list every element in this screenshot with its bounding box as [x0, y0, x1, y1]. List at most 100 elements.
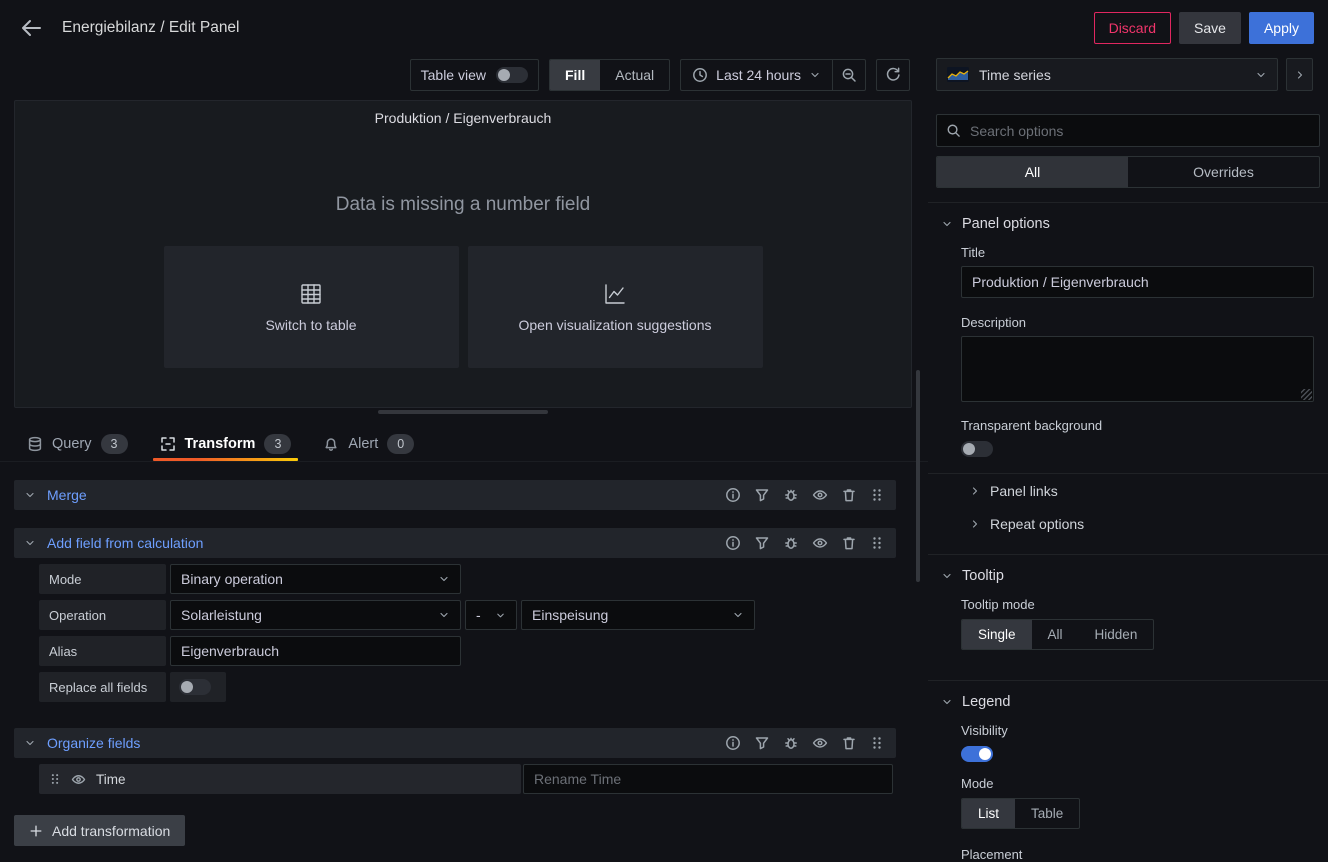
editor-tabs: Query 3 Transform 3 Alert 0	[0, 426, 928, 462]
search-options-input[interactable]	[936, 114, 1320, 147]
debug-icon[interactable]	[783, 535, 799, 551]
clock-icon	[692, 67, 708, 83]
alias-input[interactable]	[170, 636, 461, 666]
collapse-options-button[interactable]	[1286, 58, 1313, 91]
info-icon[interactable]	[725, 735, 741, 751]
panel-resize-handle[interactable]	[378, 410, 548, 414]
section-legend: Legend Visibility Mode List Table Placem…	[928, 680, 1328, 862]
legend-visibility-toggle[interactable]	[961, 746, 993, 762]
debug-icon[interactable]	[783, 487, 799, 503]
legend-mode-table[interactable]: Table	[1015, 799, 1079, 828]
panel-links-row[interactable]: Panel links	[928, 474, 1328, 507]
description-textarea[interactable]	[961, 336, 1314, 402]
fill-option[interactable]: Fill	[550, 60, 600, 90]
tab-alert-count: 0	[387, 434, 414, 454]
operator-select[interactable]: -	[465, 600, 517, 630]
options-tab-all[interactable]: All	[937, 157, 1128, 187]
drag-handle-icon[interactable]	[870, 735, 884, 751]
time-range-picker[interactable]: Last 24 hours	[680, 59, 832, 91]
apply-button[interactable]: Apply	[1249, 12, 1314, 44]
transform-addfield-title[interactable]: Add field from calculation	[47, 535, 203, 551]
panel-options-header[interactable]: Panel options	[928, 203, 1328, 232]
panel-links-label: Panel links	[990, 483, 1058, 499]
tooltip-mode-all[interactable]: All	[1032, 620, 1079, 649]
visualization-suggestions-card[interactable]: Open visualization suggestions	[468, 246, 763, 368]
replace-all-fields-toggle[interactable]	[179, 679, 211, 695]
panel-toolbar: Table view Fill Actual Last 24 hours	[0, 58, 928, 91]
tab-alert[interactable]: Alert 0	[312, 426, 425, 461]
filter-icon[interactable]	[754, 487, 770, 503]
right-operand-select[interactable]: Einspeisung	[521, 600, 755, 630]
eye-icon[interactable]	[812, 735, 828, 751]
bell-icon	[323, 436, 339, 452]
table-icon	[298, 281, 324, 307]
legend-mode-label: Mode	[961, 776, 1314, 791]
info-icon[interactable]	[725, 487, 741, 503]
tab-query-label: Query	[52, 436, 92, 452]
transform-merge-title[interactable]: Merge	[47, 487, 87, 503]
transform-addfield-actions	[725, 535, 884, 551]
eye-icon[interactable]	[71, 772, 86, 787]
tab-query[interactable]: Query 3	[16, 426, 139, 461]
chevron-down-icon	[941, 218, 953, 230]
table-view-label: Table view	[421, 67, 486, 83]
chevron-down-icon	[941, 570, 953, 582]
tooltip-title: Tooltip	[962, 568, 1004, 584]
info-icon[interactable]	[725, 535, 741, 551]
debug-icon[interactable]	[783, 735, 799, 751]
tab-transform[interactable]: Transform 3	[149, 426, 303, 461]
filter-icon[interactable]	[754, 735, 770, 751]
panel-options-subsections: Panel links Repeat options	[928, 473, 1328, 540]
chevron-down-icon	[809, 69, 821, 81]
eye-icon[interactable]	[812, 535, 828, 551]
vertical-scrollbar[interactable]	[916, 370, 920, 582]
search-icon	[946, 123, 961, 138]
tooltip-mode-single[interactable]: Single	[962, 620, 1032, 649]
replace-row: Replace all fields	[39, 672, 226, 702]
add-transformation-button[interactable]: Add transformation	[14, 815, 185, 846]
replace-toggle-box	[170, 672, 226, 702]
visualization-picker[interactable]: Time series	[936, 58, 1278, 91]
eye-icon[interactable]	[812, 487, 828, 503]
transform-organize-title[interactable]: Organize fields	[47, 735, 140, 751]
visualization-name: Time series	[979, 67, 1051, 83]
tooltip-mode-hidden[interactable]: Hidden	[1079, 620, 1154, 649]
chevron-down-icon	[941, 696, 953, 708]
mode-label: Mode	[39, 564, 166, 594]
repeat-options-label: Repeat options	[990, 516, 1084, 532]
transparent-background-toggle[interactable]	[961, 441, 993, 457]
save-button[interactable]: Save	[1179, 12, 1241, 44]
switch-to-table-card[interactable]: Switch to table	[164, 246, 459, 368]
legend-mode-list[interactable]: List	[962, 799, 1015, 828]
trash-icon[interactable]	[841, 535, 857, 551]
operator-value: -	[476, 607, 481, 623]
legend-header[interactable]: Legend	[928, 681, 1328, 710]
transform-merge-actions	[725, 487, 884, 503]
mode-select[interactable]: Binary operation	[170, 564, 461, 594]
drag-handle-icon[interactable]	[49, 772, 61, 786]
panel-title-input[interactable]	[961, 266, 1314, 298]
drag-handle-icon[interactable]	[870, 487, 884, 503]
discard-button[interactable]: Discard	[1094, 12, 1171, 44]
trash-icon[interactable]	[841, 735, 857, 751]
actual-option[interactable]: Actual	[600, 60, 669, 90]
options-pane: Time series All Overrides Panel options …	[928, 56, 1328, 862]
rename-time-input[interactable]	[523, 764, 893, 794]
tooltip-header[interactable]: Tooltip	[928, 555, 1328, 584]
page-title: Energiebilanz / Edit Panel	[62, 19, 240, 37]
back-button[interactable]	[14, 11, 48, 45]
zoom-out-button[interactable]	[832, 59, 866, 91]
trash-icon[interactable]	[841, 487, 857, 503]
repeat-options-row[interactable]: Repeat options	[928, 507, 1328, 540]
refresh-button[interactable]	[876, 59, 910, 91]
timeseries-icon	[947, 67, 969, 82]
drag-handle-icon[interactable]	[870, 535, 884, 551]
fill-actual-group: Fill Actual	[549, 59, 670, 91]
table-view-toggle[interactable]	[496, 67, 528, 83]
filter-icon[interactable]	[754, 535, 770, 551]
panel-preview: Produktion / Eigenverbrauch Data is miss…	[14, 100, 912, 408]
options-tab-overrides[interactable]: Overrides	[1128, 157, 1319, 187]
chevron-right-icon	[1294, 69, 1306, 81]
left-operand-select[interactable]: Solarleistung	[170, 600, 461, 630]
chevron-down-icon	[1255, 69, 1267, 81]
